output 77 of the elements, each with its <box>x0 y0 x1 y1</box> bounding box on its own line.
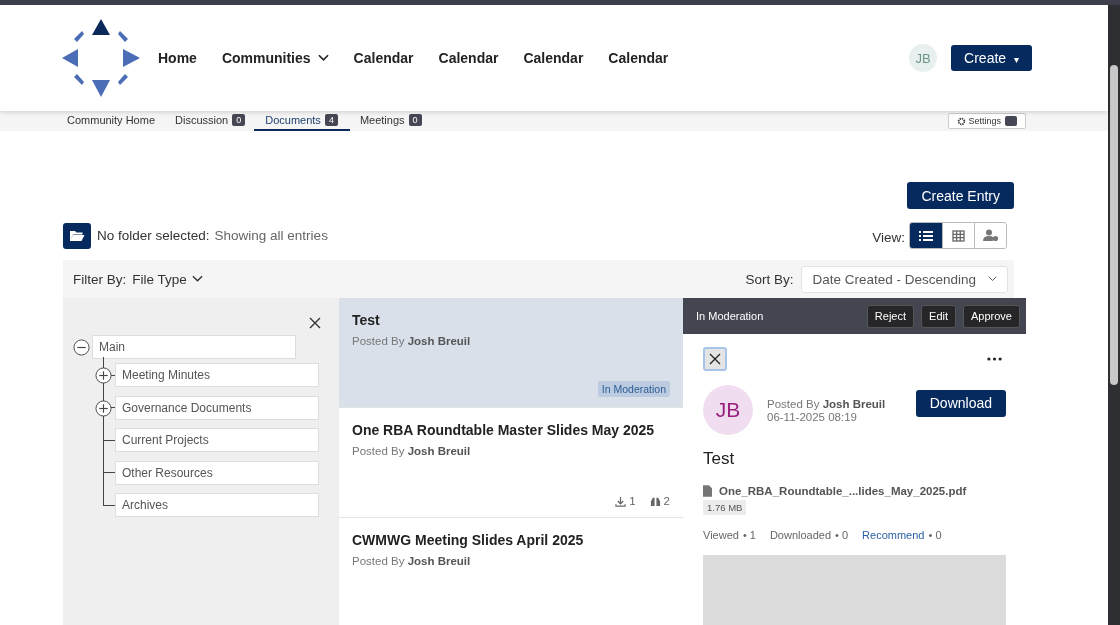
author-avatar: JB <box>703 385 753 435</box>
list-view-button[interactable] <box>910 223 942 248</box>
tab[interactable]: Documents 4 <box>254 113 350 131</box>
folder-item[interactable]: Other Resources <box>115 460 319 485</box>
posted-by: Posted By Josh Breuil <box>352 555 472 567</box>
stat-value: • 0 <box>928 529 942 541</box>
view-label: View: <box>872 230 905 245</box>
filter-label: Filter By: <box>73 271 127 287</box>
download-icon <box>615 495 627 507</box>
moderation-status: In Moderation <box>696 310 764 322</box>
status-badge: In Moderation <box>597 381 670 397</box>
nav-link[interactable]: Calendar <box>608 50 669 66</box>
nav-link[interactable]: Communities <box>221 50 329 66</box>
settings-button[interactable]: Settings <box>948 113 1026 129</box>
stat-value: • 1 <box>742 529 756 541</box>
nav-link[interactable]: Calendar <box>353 50 414 66</box>
user-gear-icon <box>982 229 999 242</box>
chevron-down-icon <box>988 276 997 282</box>
nav-link[interactable]: Home <box>158 50 197 66</box>
document-card[interactable]: One RBA Roundtable Master Slides May 2025 Posted By Josh Breuil 1 2 <box>339 408 683 518</box>
folder-button[interactable] <box>63 222 91 249</box>
download-button[interactable]: Download <box>915 389 1006 417</box>
tab[interactable]: Community Home <box>67 113 156 131</box>
folder-item[interactable]: Current Projects <box>115 428 319 453</box>
file-size: 1.76 MB <box>703 500 747 515</box>
document-title: Test <box>352 312 381 328</box>
sort-dropdown[interactable]: Date Created - Descending <box>801 265 1008 293</box>
close-icon <box>709 353 721 365</box>
close-button[interactable] <box>703 347 727 371</box>
moderation-button[interactable]: Edit <box>921 304 956 328</box>
list-icon <box>919 229 933 242</box>
tab[interactable]: Discussion 0 <box>175 113 246 131</box>
recommend-link[interactable]: Recommend <box>862 529 925 541</box>
folder-status: Showing all entries <box>214 228 328 243</box>
folder-label: No folder selected: <box>97 228 210 243</box>
document-card[interactable]: Test Posted By Josh Breuil In Moderation <box>339 298 683 408</box>
document-card[interactable]: CWMWG Meeting Slides April 2025 Posted By Josh Breuil <box>339 518 683 625</box>
document-title: CWMWG Meeting Slides April 2025 <box>352 532 585 548</box>
gear-icon <box>957 116 967 126</box>
folder-item[interactable]: Archives <box>115 493 319 518</box>
sort-label: Sort By: <box>745 271 794 287</box>
folder-item[interactable]: Governance Documents <box>115 395 319 420</box>
nav-link[interactable]: Calendar <box>523 50 584 66</box>
more-icon[interactable] <box>987 357 1002 361</box>
file-icon <box>703 485 712 497</box>
posted-by: Posted By Josh Breuil <box>767 397 886 410</box>
file-type-dropdown[interactable]: File Type <box>132 271 203 287</box>
scrollbar[interactable] <box>1108 5 1120 625</box>
expand-icon[interactable] <box>94 367 112 384</box>
folder-item[interactable]: Meeting Minutes <box>115 363 319 388</box>
file-name[interactable]: One_RBA_Roundtable_...lides_May_2025.pdf <box>719 485 967 497</box>
posted-date: 06-11-2025 08:19 <box>767 410 858 423</box>
stat-label: Viewed <box>703 529 739 541</box>
binoculars-icon <box>649 495 661 507</box>
moderation-button[interactable]: Reject <box>866 304 915 328</box>
user-settings-button[interactable] <box>974 223 1006 248</box>
folder-item[interactable]: Main <box>92 335 296 359</box>
collapse-icon[interactable] <box>73 338 90 356</box>
moderation-button[interactable]: Approve <box>963 304 1020 328</box>
document-title: One RBA Roundtable Master Slides May 2025 <box>352 422 656 438</box>
view-count: 2 <box>663 495 670 507</box>
stat-value: • 0 <box>835 529 849 541</box>
expand-icon[interactable] <box>94 399 112 417</box>
grid-icon <box>952 229 965 242</box>
download-count: 1 <box>629 495 636 507</box>
tab[interactable]: Meetings 0 <box>359 113 422 131</box>
chevron-down-icon <box>191 275 203 283</box>
posted-by: Posted By Josh Breuil <box>352 335 472 347</box>
create-entry-button[interactable]: Create Entry <box>907 182 1014 209</box>
stat-label: Downloaded <box>769 529 832 541</box>
posted-by: Posted By Josh Breuil <box>352 445 472 457</box>
create-button[interactable]: Create ▾ <box>951 45 1032 71</box>
close-icon[interactable] <box>309 317 321 329</box>
document-title: Test <box>702 448 736 469</box>
nav-link[interactable]: Calendar <box>438 50 499 66</box>
chevron-down-icon <box>317 54 329 62</box>
folder-icon <box>69 229 85 242</box>
